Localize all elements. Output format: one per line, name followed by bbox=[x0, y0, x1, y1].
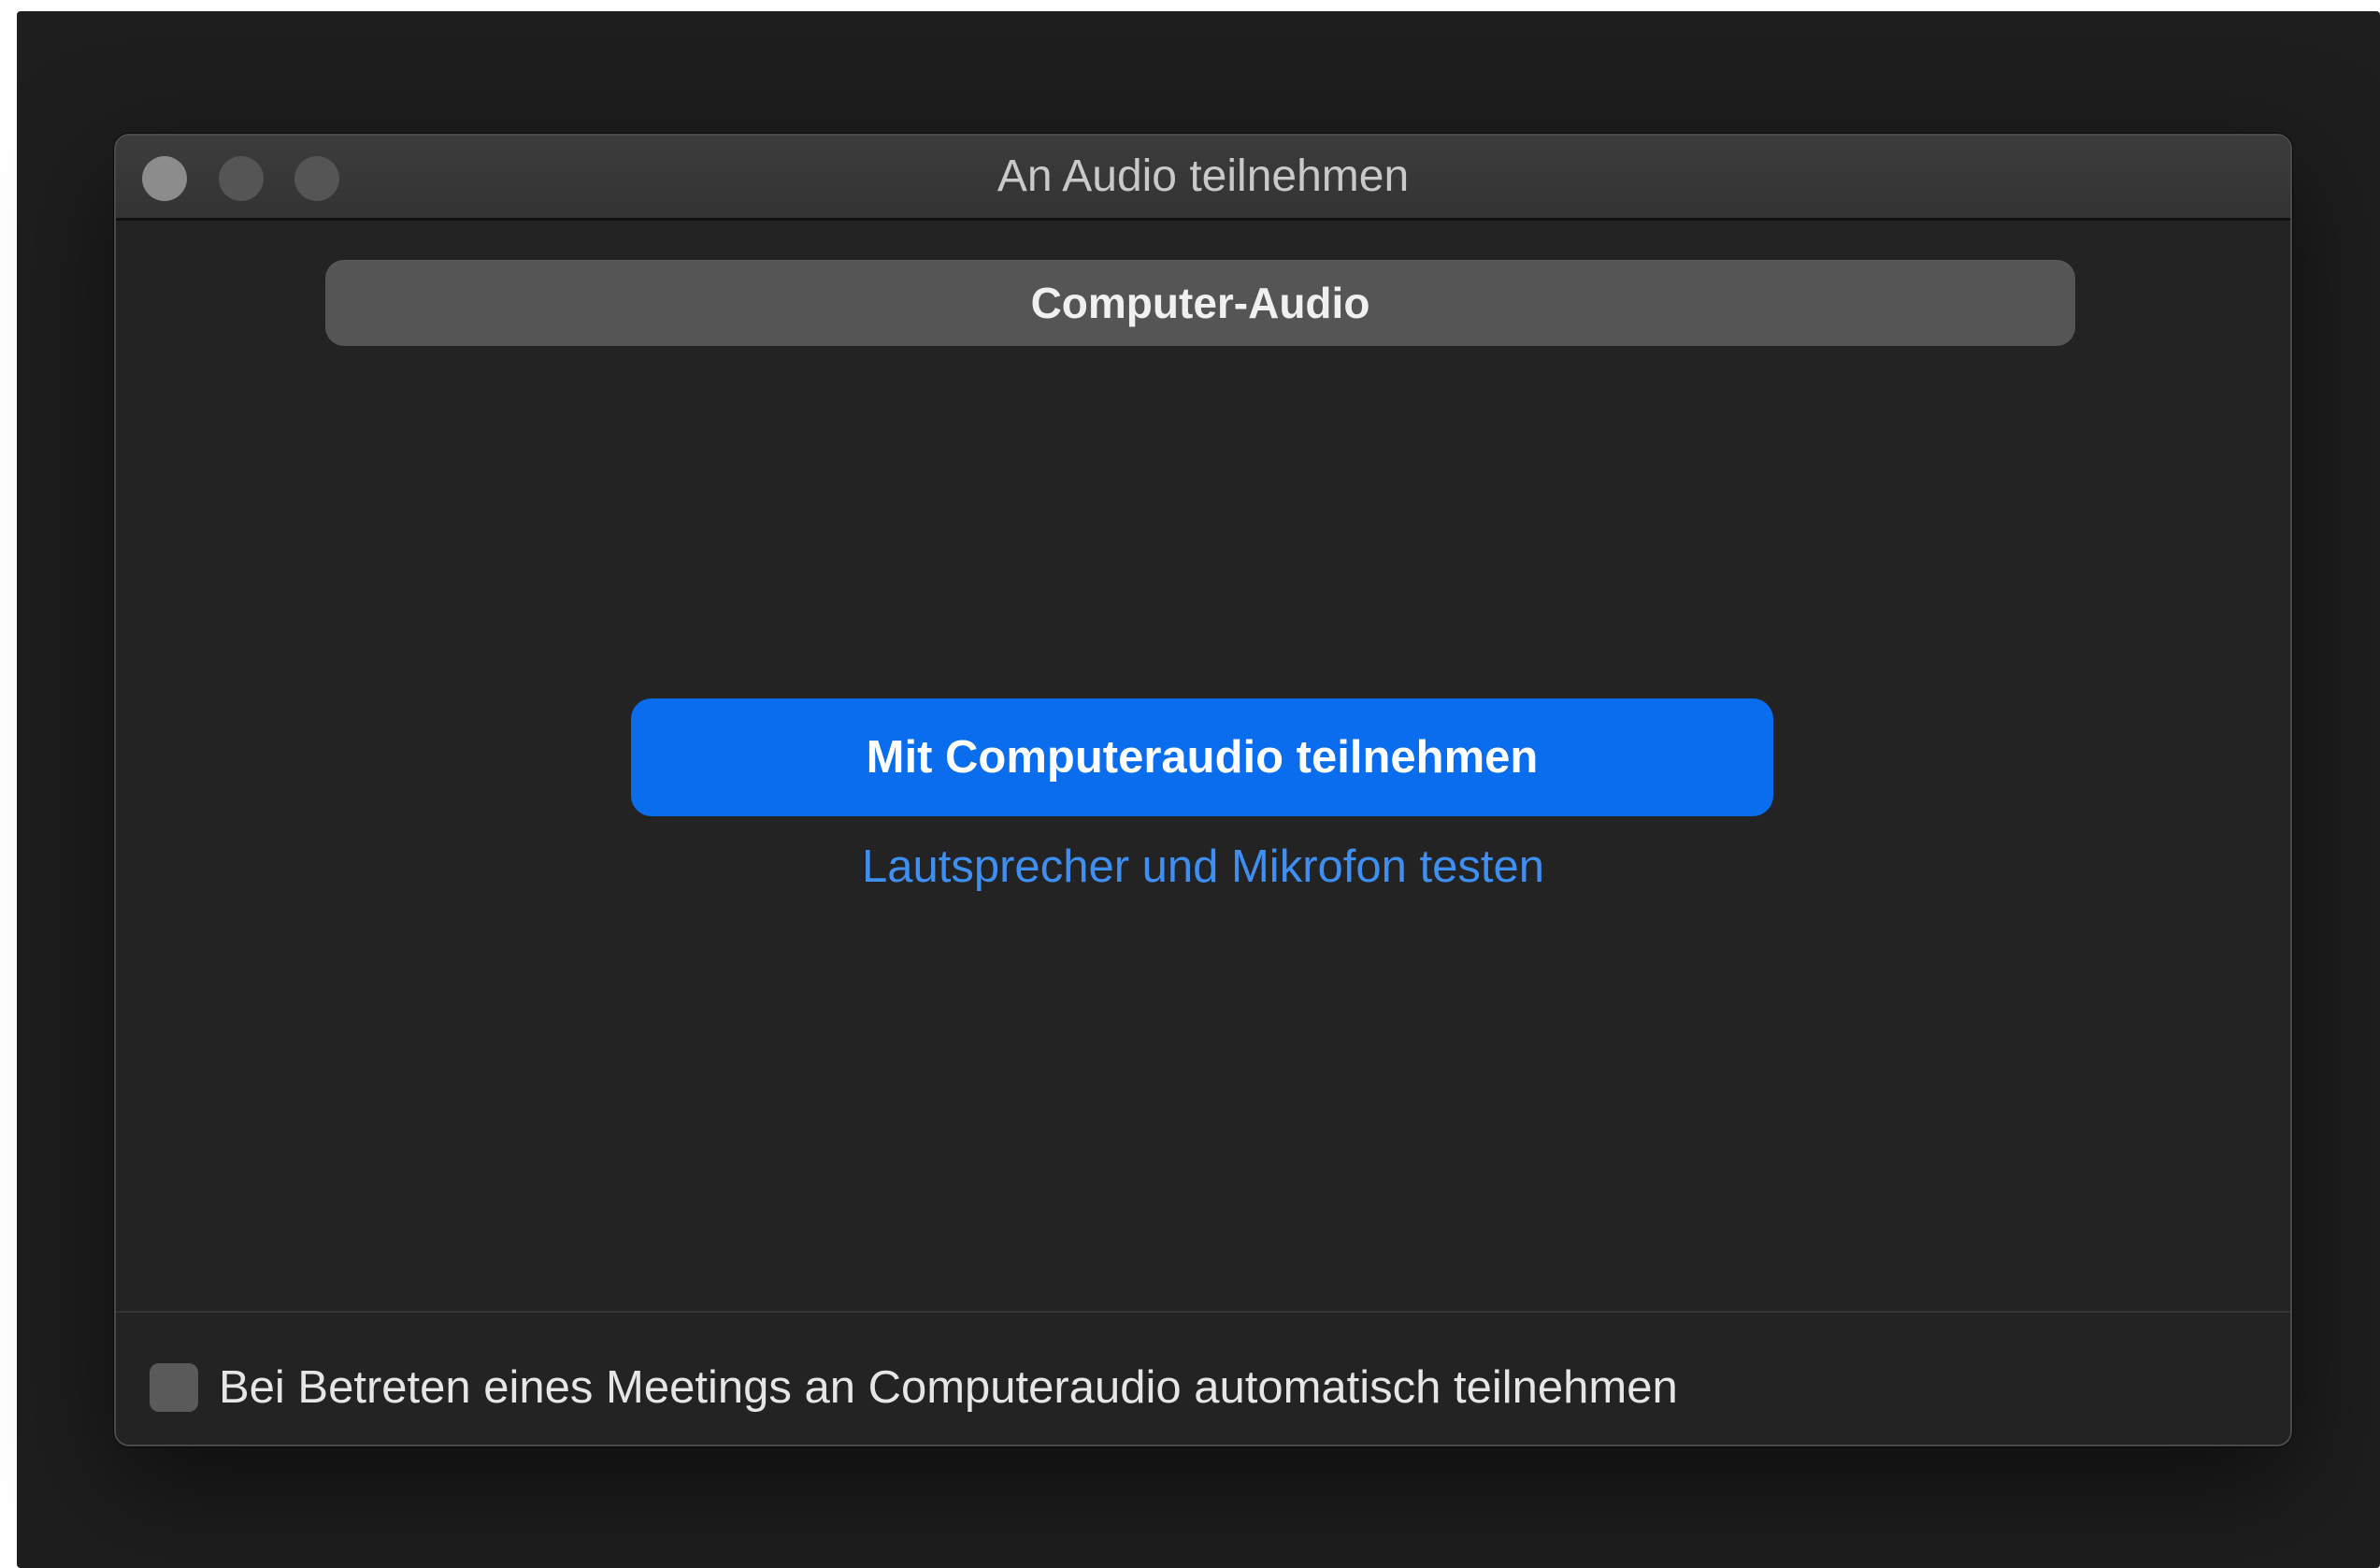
dialog-footer: Bei Betreten eines Meetings an Computera… bbox=[116, 1313, 2290, 1445]
test-speaker-and-microphone-link[interactable]: Lautsprecher und Mikrofon testen bbox=[116, 829, 2290, 904]
title-bar: An Audio teilnehmen bbox=[116, 136, 2290, 221]
window-title: An Audio teilnehmen bbox=[996, 151, 1410, 201]
audio-tab-bar: Computer-Audio bbox=[325, 260, 2075, 346]
auto-join-audio-label[interactable]: Bei Betreten eines Meetings an Computera… bbox=[219, 1350, 1678, 1425]
join-with-computer-audio-button[interactable]: Mit Computeraudio teilnehmen bbox=[631, 698, 1773, 816]
auto-join-audio-checkbox[interactable] bbox=[150, 1363, 198, 1412]
join-audio-dialog: An Audio teilnehmen Computer-Audio Mit C… bbox=[114, 134, 2292, 1446]
tab-computer-audio[interactable]: Computer-Audio bbox=[325, 260, 2075, 346]
